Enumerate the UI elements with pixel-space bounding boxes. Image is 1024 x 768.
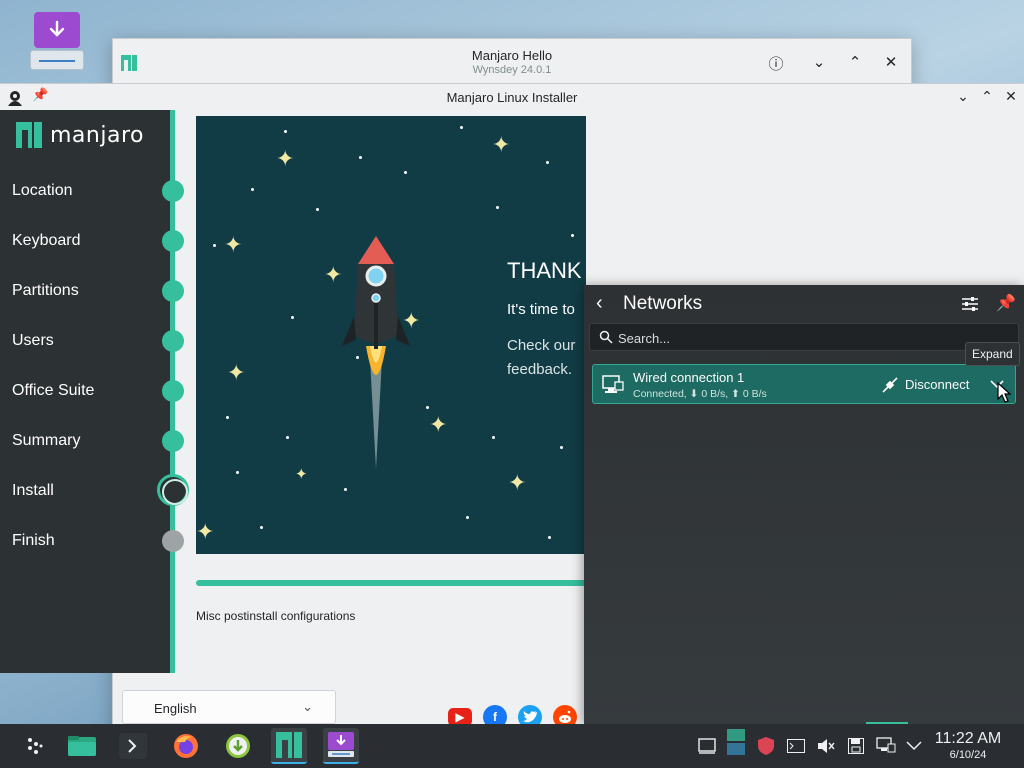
connection-details: Connected, ⬇ 0 B/s, ⬆ 0 B/s: [633, 388, 767, 400]
software-update-icon[interactable]: [220, 728, 256, 764]
connection-name: Wired connection 1: [633, 370, 745, 385]
installer-taskbar-icon[interactable]: [323, 728, 359, 764]
info-icon[interactable]: ⓘ: [767, 53, 785, 74]
firefox-icon[interactable]: [168, 728, 204, 764]
sparkle-icon: ✦: [492, 132, 511, 157]
konsole-tray-icon[interactable]: [786, 736, 806, 756]
close-icon[interactable]: ✕: [1003, 88, 1019, 104]
close-icon[interactable]: ✕: [882, 53, 900, 71]
application-launcher-icon[interactable]: [16, 728, 52, 764]
back-icon[interactable]: ‹: [596, 292, 603, 315]
mouse-cursor-icon: [997, 382, 1012, 403]
manjaro-logo-icon: [121, 55, 137, 71]
minimize-icon[interactable]: ⌄: [810, 53, 828, 71]
hello-window-subtitle: Wynsdey 24.0.1: [472, 64, 552, 76]
networks-header: ‹ Networks 📌: [584, 285, 1024, 323]
sparkle-icon: ✦: [295, 466, 308, 483]
installer-window-title: Manjaro Linux Installer: [446, 90, 578, 105]
chevron-down-icon: ⌄: [302, 699, 313, 714]
slide-text-line: feedback.: [507, 361, 573, 378]
step-keyboard: Keyboard: [12, 232, 81, 249]
step-partitions: Partitions: [12, 282, 79, 299]
network-connection-item[interactable]: Wired connection 1 Connected, ⬇ 0 B/s, ⬆…: [592, 364, 1016, 404]
networks-popup: ‹ Networks 📌 Wired connection 1 Connecte…: [584, 285, 1024, 725]
show-desktop-icon[interactable]: [697, 736, 717, 756]
wired-network-icon: [602, 375, 624, 393]
install-progress-bar: [196, 580, 586, 586]
clock-time: 11:22 AM: [934, 730, 1002, 747]
networks-title: Networks: [623, 293, 703, 314]
hello-titlebar: Manjaro Hello Wynsdey 24.0.1: [113, 39, 911, 85]
maximize-icon[interactable]: ⌃: [846, 53, 864, 71]
language-select-value: English: [154, 701, 197, 716]
networks-search: [589, 323, 1019, 351]
pin-icon[interactable]: 📌: [996, 293, 1016, 313]
install-status-text: Misc postinstall configurations: [196, 609, 356, 623]
slide-tagline: It's time to: [507, 301, 575, 318]
configure-icon[interactable]: [960, 294, 980, 314]
taskbar: 11:22 AM 6/10/24: [0, 724, 1024, 768]
maximize-icon[interactable]: ⌃: [979, 88, 995, 104]
network-tray-icon[interactable]: [876, 736, 896, 756]
pin-icon[interactable]: 📌: [32, 87, 48, 103]
sparkle-icon: ✦: [196, 519, 215, 544]
chevron-down-icon[interactable]: [904, 736, 924, 756]
step-install: Install: [12, 482, 54, 499]
step-office-suite-indicator: [162, 380, 184, 402]
volume-muted-icon[interactable]: [816, 736, 836, 756]
slide-heading: THANK YOU: [507, 258, 586, 283]
expand-tooltip: Expand: [965, 342, 1020, 366]
sparkle-icon: ✦: [224, 232, 243, 257]
search-input[interactable]: [618, 328, 1008, 348]
step-keyboard-indicator: [162, 230, 184, 252]
file-manager-icon[interactable]: [64, 728, 100, 764]
step-users-indicator: [162, 330, 184, 352]
disconnect-button[interactable]: Disconnect: [905, 377, 969, 392]
terminal-icon[interactable]: [115, 728, 151, 764]
step-summary-indicator: [162, 430, 184, 452]
search-icon: [599, 330, 613, 344]
language-select[interactable]: English ⌄: [122, 690, 336, 724]
slide-text-line: Check our: [507, 337, 576, 354]
manjaro-logo-icon: [16, 122, 42, 148]
sparkle-icon: ✦: [227, 360, 246, 385]
download-icon: [34, 12, 80, 48]
step-install-indicator: [157, 474, 189, 506]
desktop-icon-base: [30, 50, 84, 70]
slide-text: Check our feedback.: [507, 334, 575, 382]
step-summary: Summary: [12, 432, 81, 449]
digital-clock[interactable]: 11:22 AM 6/10/24: [926, 730, 1010, 761]
sparkle-icon: ✦: [508, 470, 527, 495]
sparkle-icon: ✦: [429, 412, 448, 437]
brand: manjaro: [16, 122, 144, 148]
step-users: Users: [12, 332, 54, 349]
sparkle-icon: ✦: [276, 146, 295, 171]
installer-sidebar: manjaro Location Keyboard Partitions Use…: [0, 110, 189, 673]
clock-date: 6/10/24: [949, 749, 987, 761]
step-finish-indicator: [162, 530, 184, 552]
firewall-shield-icon[interactable]: [756, 736, 776, 756]
pager-icon[interactable]: [726, 729, 746, 755]
step-partitions-indicator: [162, 280, 184, 302]
step-location-indicator: [162, 180, 184, 202]
installer-slideshow: ✦ ✦ ✦ ✦ ✦ ✦ ✦ ✦ ✦ ✦ ✦ THANK YOU It's tim…: [196, 116, 586, 554]
step-office-suite: Office Suite: [12, 382, 95, 399]
desktop-installer-icon[interactable]: [30, 10, 86, 70]
rocket-illustration: [342, 236, 410, 469]
hello-window-title: Manjaro Hello: [471, 48, 553, 63]
disk-icon[interactable]: [846, 736, 866, 756]
brand-name: manjaro: [50, 122, 144, 148]
step-location: Location: [12, 182, 73, 199]
installer-app-icon: [8, 91, 22, 106]
disconnect-plug-icon: [882, 377, 898, 393]
manjaro-hello-taskbar-icon[interactable]: [271, 728, 307, 764]
step-finish: Finish: [12, 532, 55, 549]
minimize-icon[interactable]: ⌄: [955, 88, 971, 104]
